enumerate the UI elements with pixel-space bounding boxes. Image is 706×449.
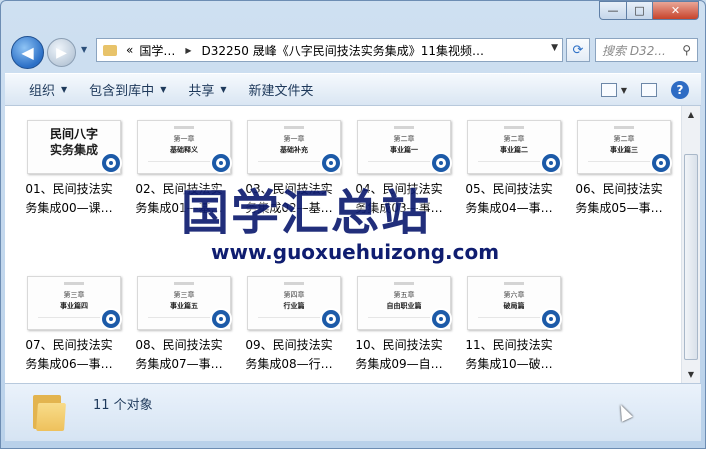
media-player-icon	[540, 308, 562, 330]
scroll-thumb[interactable]	[684, 154, 698, 360]
minimize-button[interactable]: —	[599, 1, 627, 20]
media-player-icon	[650, 152, 672, 174]
media-player-icon	[430, 152, 452, 174]
chevron-down-icon[interactable]: ▼	[621, 86, 627, 95]
chevron-right-icon[interactable]: ▶	[185, 46, 191, 55]
item-count: 11 个对象	[93, 398, 153, 413]
recent-pages-dropdown[interactable]: ▼	[81, 45, 87, 54]
chevron-down-icon[interactable]: ▼	[551, 43, 558, 53]
media-player-icon	[100, 308, 122, 330]
organize-button[interactable]: 组织 ▼	[29, 80, 67, 99]
vertical-scrollbar[interactable]: ▲ ▼	[681, 106, 700, 383]
scroll-down-icon[interactable]: ▼	[682, 366, 700, 383]
file-name: 10、民间技法实 务集成09—自…	[355, 338, 443, 371]
address-bar[interactable]: « 国学… ▶ D32250 晟峰《八字民间技法实务集成》11集视频… ▼	[96, 38, 563, 62]
breadcrumb-overflow[interactable]: «	[126, 43, 133, 57]
explorer-window: — □ ✕ ◀ ▶ ▼ « 国学… ▶ D32250 晟峰《八字民间技法实务集成…	[0, 0, 706, 449]
media-player-icon	[320, 152, 342, 174]
search-placeholder: 搜索 D32...	[602, 43, 666, 58]
caption-buttons: — □ ✕	[599, 1, 699, 20]
media-player-icon	[430, 308, 452, 330]
file-name: 08、民间技法实 务集成07—事…	[135, 338, 223, 371]
forward-button[interactable]: ▶	[47, 38, 76, 67]
chevron-down-icon: ▼	[61, 85, 68, 94]
help-button[interactable]: ?	[671, 81, 689, 99]
refresh-button[interactable]: ⟳	[566, 38, 590, 62]
breadcrumb-current[interactable]: D32250 晟峰《八字民间技法实务集成》11集视频…	[202, 42, 485, 59]
thumbnail-title: 第一章	[173, 135, 195, 143]
watermark-url: www.guoxuehuizong.com	[211, 240, 500, 264]
folder-icon	[103, 44, 117, 56]
thumbnail-title: 第六章	[503, 291, 525, 299]
close-button[interactable]: ✕	[653, 1, 699, 20]
view-controls: ▼ ?	[587, 81, 689, 99]
chevron-down-icon: ▼	[160, 85, 167, 94]
maximize-button[interactable]: □	[627, 1, 653, 20]
thumbnail-title: 第二章	[393, 135, 415, 143]
thumbnail-title: 第四章	[283, 291, 305, 299]
media-player-icon	[540, 152, 562, 174]
file-name: 11、民间技法实 务集成10—破…	[465, 338, 553, 371]
arrow-right-icon: ▶	[56, 44, 67, 61]
media-player-icon	[320, 308, 342, 330]
details-pane: 11 个对象	[5, 383, 701, 441]
thumbnail-title: 第二章	[613, 135, 635, 143]
file-name: 06、民间技法实 务集成05—事…	[575, 182, 663, 215]
file-name: 01、民间技法实 务集成00—课…	[25, 182, 113, 215]
organize-label: 组织	[29, 84, 56, 99]
share-label: 共享	[188, 84, 215, 99]
search-icon: ⚲	[682, 43, 691, 57]
search-input[interactable]: 搜索 D32... ⚲	[595, 38, 698, 62]
include-library-label: 包含到库中	[89, 84, 155, 99]
include-in-library-button[interactable]: 包含到库中 ▼	[89, 80, 166, 99]
thumbnail-title: 第三章	[173, 291, 195, 299]
change-view-icon[interactable]	[600, 83, 617, 97]
refresh-icon: ⟳	[572, 42, 584, 58]
command-bar: 组织 ▼ 包含到库中 ▼ 共享 ▼ 新建文件夹 ▼ ?	[5, 73, 701, 106]
media-player-icon	[100, 152, 122, 174]
thumbnail-title: 第三章	[63, 291, 85, 299]
thumbnail-title: 第五章	[393, 291, 415, 299]
share-button[interactable]: 共享 ▼	[188, 80, 226, 99]
thumbnail-title: 第一章	[283, 135, 305, 143]
chevron-down-icon: ▼	[220, 85, 227, 94]
back-button[interactable]: ◀	[11, 36, 44, 69]
media-player-icon	[210, 308, 232, 330]
watermark-title: 国学汇总站	[181, 185, 432, 241]
thumbnail-title: 第二章	[503, 135, 525, 143]
preview-pane-icon[interactable]	[641, 83, 657, 97]
file-name: 05、民间技法实 务集成04—事…	[465, 182, 553, 215]
media-player-icon	[210, 152, 232, 174]
file-name: 09、民间技法实 务集成08—行…	[245, 338, 333, 371]
scroll-up-icon[interactable]: ▲	[682, 106, 700, 123]
breadcrumb-item[interactable]: 国学…	[139, 42, 175, 59]
arrow-left-icon: ◀	[21, 43, 34, 62]
new-folder-label: 新建文件夹	[248, 84, 314, 99]
folder-icon	[29, 393, 69, 433]
file-name: 07、民间技法实 务集成06—事…	[25, 338, 113, 371]
new-folder-button[interactable]: 新建文件夹	[249, 80, 314, 99]
thumbnail-title: 民间八字	[49, 127, 98, 141]
